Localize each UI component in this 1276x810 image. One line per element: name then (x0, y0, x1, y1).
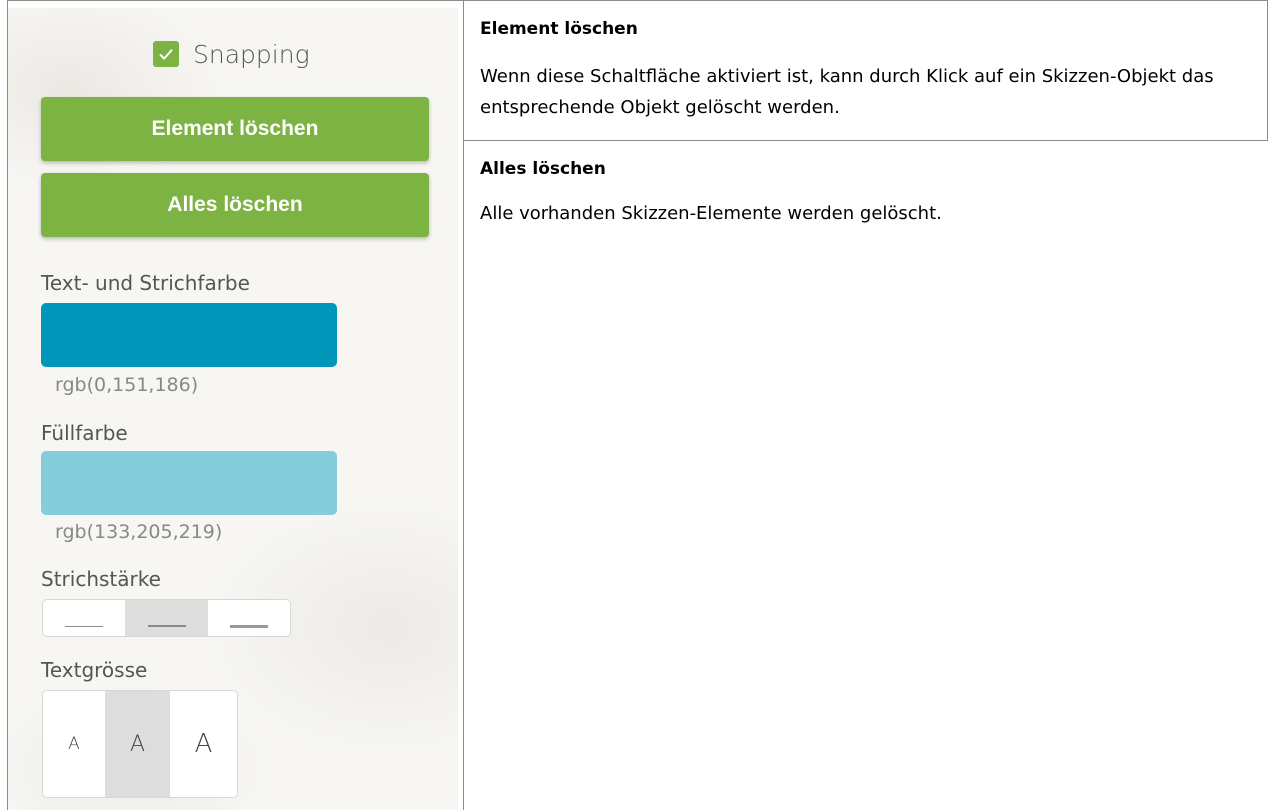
stroke-width-thin[interactable] (43, 600, 125, 636)
stroke-width-label: Strichstärke (41, 567, 161, 591)
documentation-table: Snapping Element löschen Alles löschen T… (0, 0, 1276, 810)
text-size-small[interactable]: A (43, 691, 105, 797)
text-size-selector: A A A (42, 690, 238, 798)
section-title-delete-element: Element löschen (480, 19, 638, 39)
stroke-width-selector (42, 599, 291, 637)
stroke-width-thick[interactable] (208, 600, 290, 636)
stroke-color-swatch[interactable] (41, 303, 337, 367)
fill-color-swatch[interactable] (41, 451, 337, 515)
thin-line-icon (65, 625, 103, 627)
table-border-middle (463, 0, 464, 810)
text-size-medium[interactable]: A (105, 691, 170, 797)
section-text-delete-all: Alle vorhanden Skizzen-Elemente werden g… (480, 203, 942, 224)
checkmark-icon (159, 49, 173, 60)
snapping-checkbox[interactable] (153, 41, 179, 67)
stroke-width-medium[interactable] (125, 600, 208, 636)
snapping-toggle[interactable]: Snapping (153, 34, 310, 74)
table-row-divider (463, 140, 1268, 141)
medium-line-icon (147, 625, 186, 627)
section-title-delete-all: Alles löschen (480, 159, 606, 179)
text-size-label: Textgrösse (41, 658, 148, 682)
delete-all-button[interactable]: Alles löschen (41, 173, 429, 237)
text-size-large-label: A (194, 729, 213, 759)
text-size-small-label: A (68, 734, 80, 754)
fill-color-label: Füllfarbe (41, 421, 128, 445)
text-size-large[interactable]: A (170, 691, 237, 797)
delete-element-button[interactable]: Element löschen (41, 97, 429, 161)
sketch-tool-panel: Snapping Element löschen Alles löschen T… (8, 8, 458, 810)
table-border-right (1267, 0, 1268, 140)
stroke-color-label: Text- und Strichfarbe (41, 271, 250, 295)
text-size-medium-label: A (129, 731, 146, 757)
snapping-label: Snapping (193, 39, 310, 69)
table-border-top (7, 0, 1268, 1)
fill-color-value: rgb(133,205,219) (55, 521, 223, 543)
thick-line-icon (230, 624, 268, 628)
section-text-delete-element: Wenn diese Schaltfläche aktiviert ist, k… (480, 66, 1214, 118)
stroke-color-value: rgb(0,151,186) (55, 374, 199, 396)
